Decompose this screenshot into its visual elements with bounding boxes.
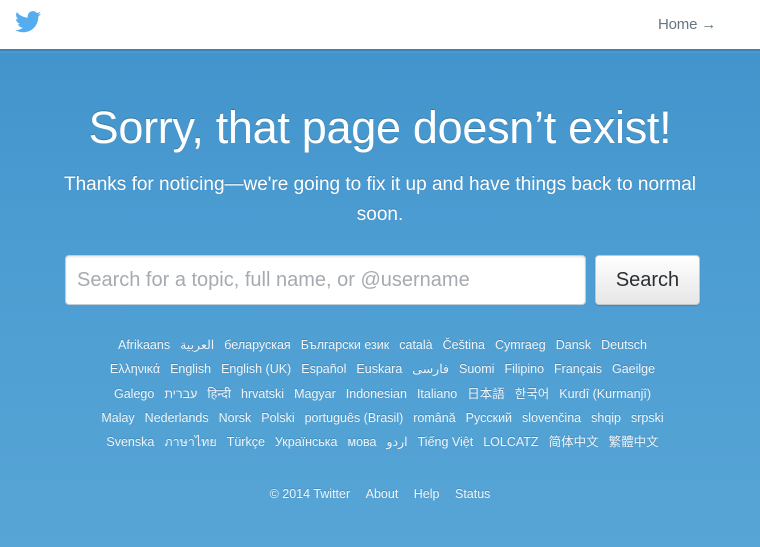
language-link[interactable]: हिन्दी [207,382,231,406]
language-link[interactable]: 한국어 [515,382,550,406]
footer-link-help[interactable]: Help [414,487,440,501]
language-link[interactable]: беларуская [224,333,290,357]
search-button[interactable]: Search [595,255,700,305]
twitter-bird-icon[interactable] [15,11,41,33]
language-link[interactable]: Kurdî (Kurmanjî) [559,382,651,406]
language-link[interactable]: Español [301,357,346,381]
language-link[interactable]: ภาษาไทย [164,430,216,454]
language-link[interactable]: Tiếng Việt [418,430,474,454]
language-link[interactable]: Українська [275,430,338,454]
language-link[interactable]: Afrikaans [118,333,170,357]
language-link[interactable]: 日本語 [467,382,505,406]
error-content: Sorry, that page doesn’t exist! Thanks f… [0,53,760,547]
language-link[interactable]: slovenčina [522,406,581,430]
language-link[interactable]: Filipino [504,357,544,381]
language-link[interactable]: Nederlands [145,406,209,430]
language-link[interactable]: мова [348,430,377,454]
language-link[interactable]: Svenska [106,430,154,454]
page-subtitle: Thanks for noticing—we're going to fix i… [63,174,697,225]
language-link[interactable]: Français [554,357,602,381]
language-link[interactable]: română [413,406,455,430]
language-link[interactable]: Polski [261,406,294,430]
language-link[interactable]: shqip [591,406,621,430]
language-link[interactable]: فارسی [412,357,449,381]
language-link[interactable]: Čeština [443,333,485,357]
language-link[interactable]: العربية [180,333,214,357]
top-bar: Home → [0,0,760,51]
language-link[interactable]: Malay [101,406,134,430]
language-link[interactable]: português (Brasil) [305,406,404,430]
copyright: © 2014 Twitter [269,487,351,501]
page-title: Sorry, that page doesn’t exist! [88,102,672,153]
language-link[interactable]: 繁體中文 [609,430,659,454]
footer-link-about[interactable]: About [366,487,399,501]
language-link[interactable]: Norsk [219,406,252,430]
language-link[interactable]: hrvatski [241,382,284,406]
language-link[interactable]: Cymraeg [495,333,546,357]
language-link[interactable]: Deutsch [601,333,647,357]
footer-link-status[interactable]: Status [455,487,490,501]
language-link[interactable]: català [399,333,432,357]
language-link[interactable]: Galego [114,382,154,406]
language-link[interactable]: Italiano [417,382,457,406]
footer: © 2014 Twitter About Help Status [0,487,760,501]
language-link[interactable]: Indonesian [346,382,407,406]
language-link[interactable]: עברית [164,382,197,406]
language-link[interactable]: Ελληνικά [110,357,160,381]
language-link[interactable]: Русский [466,406,512,430]
language-link[interactable]: Dansk [556,333,591,357]
language-link[interactable]: Български език [301,333,390,357]
language-list: Afrikaans العربية беларуская Български език… [95,333,670,454]
language-link[interactable]: اردو [387,430,408,454]
home-link[interactable]: Home → [658,16,716,33]
language-link[interactable]: English (UK) [221,357,291,381]
language-link[interactable]: 简体中文 [549,430,599,454]
language-link[interactable]: English [170,357,211,381]
language-link[interactable]: Suomi [459,357,494,381]
language-link[interactable]: LOLCATZ [483,430,538,454]
language-link[interactable]: srpski [631,406,664,430]
language-link[interactable]: Gaeilge [612,357,655,381]
language-link[interactable]: Euskara [356,357,402,381]
language-link[interactable]: Türkçe [227,430,265,454]
search-input[interactable] [65,255,586,305]
language-link[interactable]: Magyar [294,382,336,406]
search-form: Search [65,255,705,305]
